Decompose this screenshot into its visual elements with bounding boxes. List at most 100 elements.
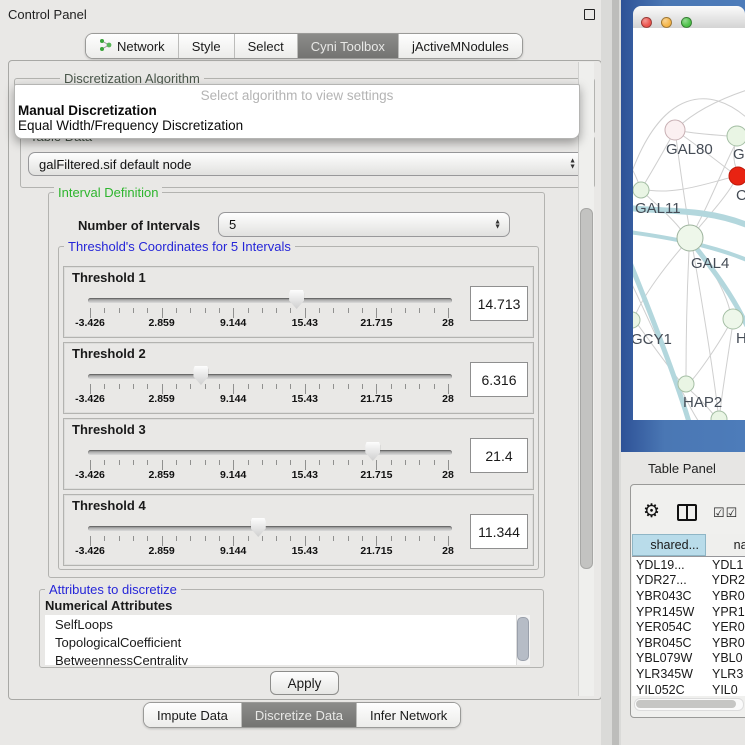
control-panel-titlebar: Control Panel ✕ [0, 0, 612, 28]
attribute-item-betweennesscentrality[interactable]: BetweennessCentrality [45, 651, 530, 665]
apply-button[interactable]: Apply [270, 671, 339, 695]
cell-shared-name: YDR27... [632, 573, 706, 587]
column-header-name[interactable]: na... [706, 534, 745, 556]
attribute-item-selfloops[interactable]: SelfLoops [45, 615, 530, 633]
tab-style[interactable]: Style [179, 34, 235, 58]
tick-label: 2.859 [148, 469, 174, 481]
panel-scrollbar-thumb[interactable] [580, 208, 593, 569]
slider-thumb[interactable] [289, 290, 304, 309]
minor-tick [248, 384, 249, 389]
minor-tick [419, 536, 420, 541]
cell-name: YDL1 [706, 558, 743, 572]
network-node-hap2[interactable] [678, 376, 694, 392]
network-node-c[interactable] [729, 167, 745, 185]
cell-name: YPR1 [706, 605, 745, 619]
popup-item-equal-width-frequency-discretization[interactable]: Equal Width/Frequency Discretization [18, 118, 243, 133]
tick-label: 28 [442, 393, 454, 405]
popup-placeholder-item[interactable]: Select algorithm to view settings [15, 88, 579, 103]
splitter-bar[interactable] [612, 0, 619, 745]
slider-track[interactable] [88, 374, 452, 379]
num-intervals-combo[interactable]: 5 ▲▼ [218, 212, 510, 237]
cell-name: YBL0 [706, 651, 743, 665]
threshold-value-field[interactable]: 21.4 [470, 438, 528, 473]
zoom-traffic-light-icon[interactable] [681, 17, 692, 28]
tab-cyni-toolbox[interactable]: Cyni Toolbox [298, 34, 399, 58]
network-canvas[interactable]: GAL80GGAL11CGAL4GCY1HHAP2 [633, 28, 745, 420]
minor-tick [104, 308, 105, 313]
tick-label: 28 [442, 545, 454, 557]
network-node-gal4[interactable] [677, 225, 703, 251]
cell-name: YBR0 [706, 636, 745, 650]
minor-tick [176, 460, 177, 465]
table-row[interactable]: YDR27...YDR2 [632, 573, 745, 589]
tab-jactivemnodules[interactable]: jActiveMNodules [399, 34, 522, 58]
table-data-combo[interactable]: galFiltered.sif default node ▲▼ [28, 152, 585, 176]
threshold-row: Threshold 1-3.4262.8599.14415.4321.71528… [63, 266, 534, 338]
minor-tick [219, 384, 220, 389]
table-row[interactable]: YDL19...YDL1 [632, 557, 745, 573]
float-window-icon[interactable] [584, 9, 595, 20]
cell-shared-name: YPR145W [632, 605, 706, 619]
table-row[interactable]: YLR345WYLR3 [632, 666, 745, 682]
minor-tick [434, 308, 435, 313]
table-row[interactable]: YPR145WYPR1 [632, 604, 745, 620]
combo-arrows-icon: ▲▼ [569, 159, 576, 170]
minor-tick [290, 536, 291, 541]
tick-label: 28 [442, 469, 454, 481]
tab-network[interactable]: Network [86, 34, 179, 58]
close-traffic-light-icon[interactable] [641, 17, 652, 28]
table-row[interactable]: YBR045CYBR0 [632, 635, 745, 651]
tab-select[interactable]: Select [235, 34, 298, 58]
minor-tick [248, 460, 249, 465]
tick-label: 21.715 [360, 545, 392, 557]
tick-label: -3.426 [75, 317, 105, 329]
threshold-value-field[interactable]: 6.316 [470, 362, 528, 397]
minor-tick [190, 384, 191, 389]
minor-tick [104, 460, 105, 465]
tab-infer-network[interactable]: Infer Network [357, 703, 460, 727]
table-row[interactable]: YBL079WYBL0 [632, 651, 745, 667]
network-node-g[interactable] [727, 126, 745, 146]
cell-name: YIL0 [706, 683, 738, 696]
minor-tick [190, 460, 191, 465]
list-scrollbar[interactable] [516, 615, 530, 665]
slider-track[interactable] [88, 298, 452, 303]
tab-impute-data[interactable]: Impute Data [144, 703, 242, 727]
list-scrollbar-thumb[interactable] [517, 617, 529, 661]
slider-track[interactable] [88, 526, 452, 531]
slider-track[interactable] [88, 450, 452, 455]
node-label: HAP2 [683, 394, 722, 411]
checkbox-icons[interactable]: ☑☑ [713, 505, 738, 521]
slider-thumb[interactable] [251, 518, 266, 537]
table-row[interactable]: YBR043CYBR0 [632, 588, 745, 604]
network-node-gal80[interactable] [665, 120, 685, 140]
minor-tick [434, 460, 435, 465]
threshold-value-field[interactable]: 11.344 [470, 514, 528, 549]
split-view-icon[interactable] [677, 504, 697, 521]
minor-tick [348, 308, 349, 313]
threshold-value-field[interactable]: 14.713 [470, 286, 528, 321]
algorithm-dropdown-popup: Select algorithm to view settings Manual… [14, 84, 580, 139]
table-hscrollbar-thumb[interactable] [636, 700, 736, 708]
tab-discretize-data[interactable]: Discretize Data [242, 703, 357, 727]
table-row[interactable]: YER054CYER0 [632, 619, 745, 635]
minor-tick [276, 536, 277, 541]
minor-tick [405, 308, 406, 313]
threshold-row: Threshold 2-3.4262.8599.14415.4321.71528… [63, 342, 534, 414]
node-label: GAL4 [691, 255, 729, 272]
popup-item-manual-discretization[interactable]: Manual Discretization [18, 103, 157, 118]
tab-label: Network [117, 39, 165, 54]
minimize-traffic-light-icon[interactable] [661, 17, 672, 28]
minor-tick [133, 536, 134, 541]
network-node-h[interactable] [723, 309, 743, 329]
minor-tick [290, 384, 291, 389]
attribute-item-topologicalcoefficient[interactable]: TopologicalCoefficient [45, 633, 530, 651]
slider-thumb[interactable] [365, 442, 380, 461]
slider-thumb[interactable] [193, 366, 208, 385]
table-row[interactable]: YIL052CYIL0 [632, 682, 745, 696]
network-node[interactable] [711, 411, 727, 420]
column-header-shared[interactable]: shared... [632, 534, 706, 556]
network-node-gal11[interactable] [633, 182, 649, 198]
gear-icon[interactable]: ⚙ [643, 500, 660, 523]
minor-tick [133, 308, 134, 313]
